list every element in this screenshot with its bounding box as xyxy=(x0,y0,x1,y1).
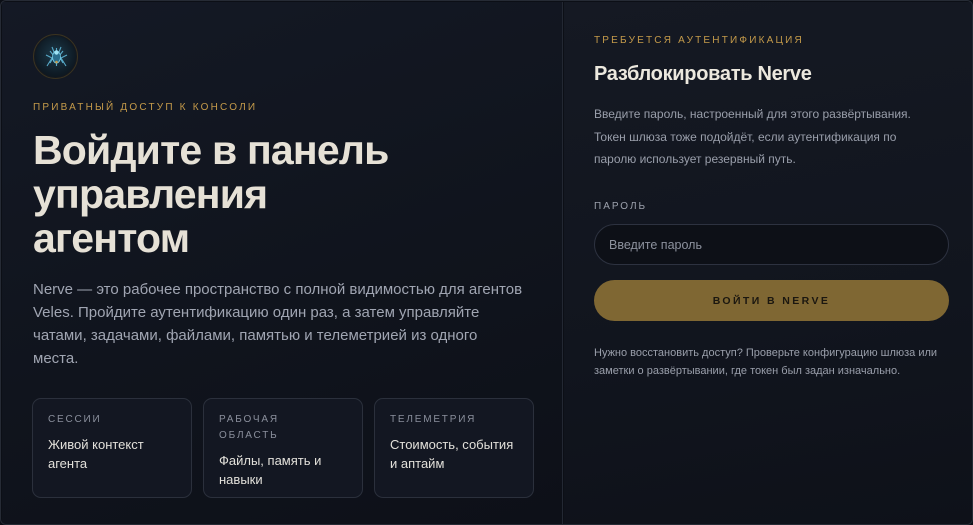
password-input[interactable] xyxy=(594,224,949,265)
feature-card-value-line: агента xyxy=(48,456,88,471)
feature-card-label-line: ТЕЛЕМЕТРИЯ xyxy=(390,414,477,425)
auth-description-line: паролю использует резервный путь. xyxy=(594,152,796,166)
password-label: ПАРОЛЬ xyxy=(594,201,648,212)
feature-card-label: ТЕЛЕМЕТРИЯ xyxy=(390,412,518,428)
feature-card-value-line: Стоимость, события xyxy=(390,437,514,452)
page-title-line: Войдите в панель xyxy=(33,127,389,173)
feature-card-value-line: Файлы, память и xyxy=(219,453,322,468)
page-title: Войдите в панель управления агентом xyxy=(33,128,473,260)
login-button[interactable]: ВОЙТИ В NERVE xyxy=(594,280,949,321)
auth-description: Введите пароль, настроенный для этого ра… xyxy=(594,103,964,171)
page-title-line: агентом xyxy=(33,215,190,261)
feature-card-value: Файлы, память и навыки xyxy=(219,451,347,489)
help-text-line: заметки о развёртывании, где токен был з… xyxy=(594,365,901,377)
page-title-line: управления xyxy=(33,171,268,217)
hero-description-line: чатами, задачами, файлами, памятью и тел… xyxy=(33,327,478,344)
hero-description-line: места. xyxy=(33,350,79,367)
auth-description-line: Введите пароль, настроенный для этого ра… xyxy=(594,107,911,121)
feature-card-label-line: СЕССИИ xyxy=(48,414,102,425)
feature-card-value-line: и аптайм xyxy=(390,456,445,471)
auth-title: Разблокировать Nerve xyxy=(594,63,812,85)
hero-description: Nerve — это рабочее пространство с полно… xyxy=(33,278,523,370)
login-screen: ПРИВАТНЫЙ ДОСТУП К КОНСОЛИ Войдите в пан… xyxy=(0,0,973,525)
crystal-spider-emblem-icon xyxy=(33,34,78,79)
feature-card-label: РАБОЧАЯ ОБЛАСТЬ xyxy=(219,412,347,444)
feature-card-label-line: ОБЛАСТЬ xyxy=(219,430,279,441)
feature-card-label-line: РАБОЧАЯ xyxy=(219,414,279,425)
feature-card-telemetry: ТЕЛЕМЕТРИЯ Стоимость, события и аптайм xyxy=(374,398,534,498)
help-text-line: Нужно восстановить доступ? Проверьте кон… xyxy=(594,347,938,359)
feature-card-value-line: навыки xyxy=(219,472,263,487)
feature-card-sessions: СЕССИИ Живой контекст агента xyxy=(32,398,192,498)
feature-card-workspace: РАБОЧАЯ ОБЛАСТЬ Файлы, память и навыки xyxy=(203,398,363,498)
hero-description-line: Nerve — это рабочее пространство с полно… xyxy=(33,281,523,298)
feature-card-value: Стоимость, события и аптайм xyxy=(390,435,518,473)
feature-card-value: Живой контекст агента xyxy=(48,435,176,473)
feature-card-value-line: Живой контекст xyxy=(48,437,144,452)
intro-panel: ПРИВАТНЫЙ ДОСТУП К КОНСОЛИ Войдите в пан… xyxy=(2,2,563,524)
auth-description-line: Токен шлюза тоже подойдёт, если аутентиф… xyxy=(594,129,897,144)
auth-eyebrow: ТРЕБУЕТСЯ АУТЕНТИФИКАЦИЯ xyxy=(594,35,804,46)
auth-panel: ТРЕБУЕТСЯ АУТЕНТИФИКАЦИЯ Разблокировать … xyxy=(564,2,972,524)
feature-card-label: СЕССИИ xyxy=(48,412,176,428)
help-text: Нужно восстановить доступ? Проверьте кон… xyxy=(594,344,964,380)
hero-eyebrow: ПРИВАТНЫЙ ДОСТУП К КОНСОЛИ xyxy=(33,102,258,113)
hero-description-line: Veles. Пройдите аутентификацию один раз,… xyxy=(33,304,480,321)
